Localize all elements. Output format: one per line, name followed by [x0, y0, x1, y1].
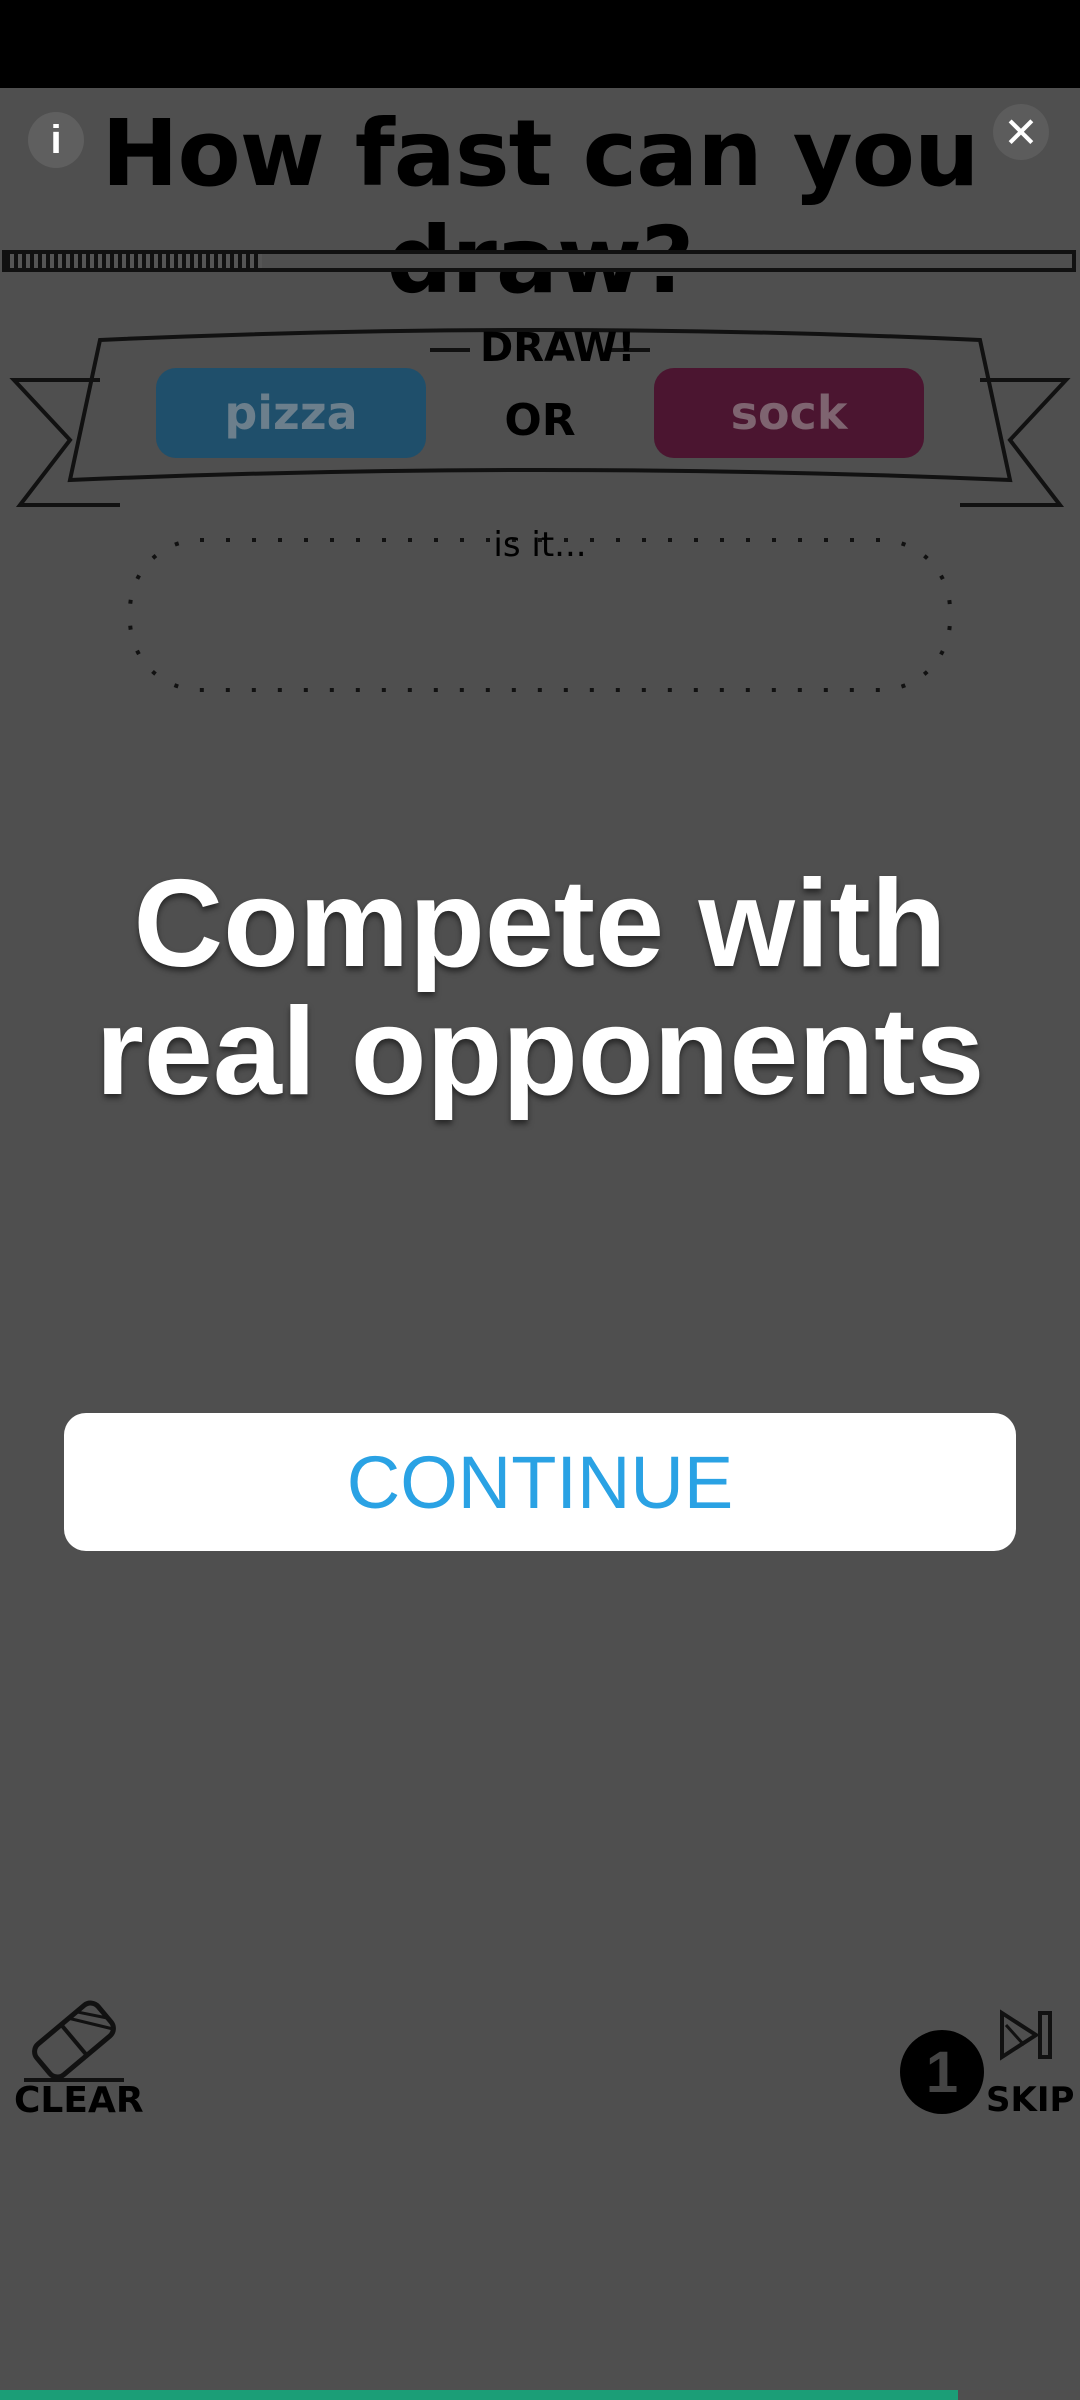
skip-label: SKIP — [986, 2080, 1075, 2120]
option-b-word: sock — [654, 368, 924, 458]
skip-count-badge: 1 — [900, 2030, 984, 2114]
timer-progress-fill — [6, 254, 262, 268]
close-button[interactable]: ✕ — [993, 104, 1049, 160]
status-bar — [0, 0, 1080, 88]
overlay-headline: Compete with real opponents — [95, 855, 985, 1121]
bottom-indicator — [0, 2390, 958, 2400]
clear-label: CLEAR — [14, 2080, 144, 2121]
guess-label: is it... — [493, 525, 587, 565]
clear-button[interactable]: CLEAR — [14, 1990, 144, 2121]
info-icon: i — [50, 117, 62, 162]
option-a-word: pizza — [156, 368, 426, 458]
game-title: How fast can you draw? — [101, 100, 980, 314]
close-icon: ✕ — [1003, 108, 1039, 156]
skip-icon — [1000, 2009, 1052, 2061]
skip-button[interactable]: 1 SKIP — [896, 2005, 1075, 2135]
draw-label: DRAW! — [480, 325, 636, 371]
timer-progress-bar — [2, 250, 1076, 272]
or-label: OR — [504, 395, 576, 446]
eraser-icon — [24, 2000, 124, 2082]
continue-button[interactable]: CONTINUE — [64, 1413, 1016, 1551]
